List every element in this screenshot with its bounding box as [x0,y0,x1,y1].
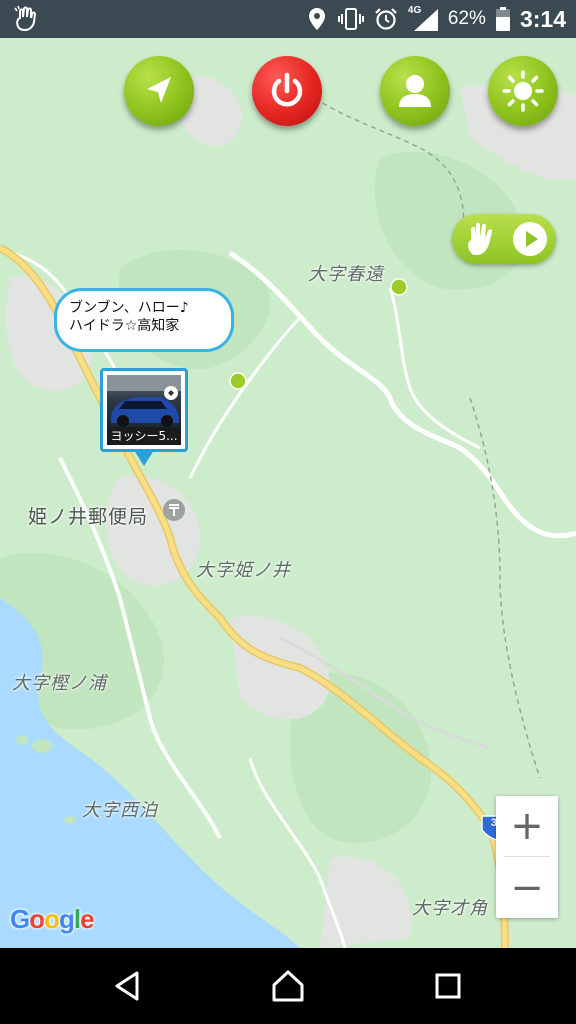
marker-pointer [134,450,154,466]
vehicle-photo [107,375,181,429]
navigation-arrow-icon [147,77,171,103]
back-button[interactable] [104,962,152,1010]
signal-icon: 4G [408,5,438,31]
navigate-button[interactable] [124,56,194,126]
map-label-nishidomari: 大字西泊 [82,800,158,821]
recents-button[interactable] [424,962,472,1010]
power-button[interactable] [252,56,322,126]
back-icon [115,971,139,1001]
clock: 3:14 [519,5,566,32]
home-button[interactable] [264,962,312,1010]
sun-icon [502,70,544,112]
power-icon [271,72,303,107]
battery-percent: 62% [447,8,486,29]
map-label-saitsuno: 大字才角 [412,898,488,919]
map-label-harutoo: 大字春遠 [308,264,384,285]
google-letter-e: e [80,904,95,934]
zoom-divider [504,856,550,857]
alarm-icon [375,8,397,30]
profile-button[interactable] [380,56,450,126]
status-bar: 4G 62% 3:14 [0,0,576,38]
vibrate-icon [337,8,364,30]
recents-icon [435,973,461,999]
battery-icon [495,7,510,31]
home-icon [272,970,304,1002]
navigation-bar [0,948,576,1024]
hand-icon [468,222,493,255]
vehicle-caption: ヨッシー5... [107,427,181,445]
speech-bubble[interactable]: ブンブン、ハロー♪ ハイドラ☆高知家 [54,288,234,352]
zoom-controls: + − [496,796,558,918]
vehicle-marker[interactable]: ヨッシー5... [100,368,188,452]
google-letter-g2: g [59,904,75,934]
location-icon [308,8,325,30]
bubble-line-2: ハイドラ☆高知家 [69,318,180,334]
map-label-kashinoura: 大字樫ノ浦 [12,673,107,694]
app-hand-icon [14,5,42,32]
map-view[interactable]: 大字春遠 姫ノ井郵便局 大字姫ノ井 大字樫ノ浦 大字西泊 大字才角 321 [0,38,576,948]
hand-play-control[interactable] [452,214,556,264]
map-label-himenoi: 大字姫ノ井 [196,560,291,581]
google-letter-g: G [10,904,30,934]
brightness-button[interactable] [488,56,558,126]
zoom-out-button[interactable]: − [496,858,558,918]
bubble-line-1: ブンブン、ハロー♪ [69,300,189,316]
map-label-post-office[interactable]: 姫ノ井郵便局 [28,502,148,529]
google-letter-o2: o [44,904,60,934]
person-icon [399,75,431,107]
zoom-in-button[interactable]: + [496,796,558,856]
play-icon[interactable] [512,221,548,257]
google-letter-o1: o [29,904,45,934]
google-logo: Google [10,904,95,935]
